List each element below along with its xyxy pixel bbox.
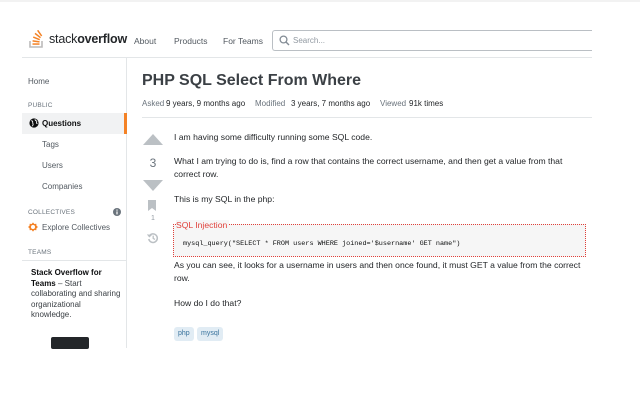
viewed-value: 91k times	[409, 99, 444, 108]
sidebar-item-users[interactable]: Users	[42, 161, 63, 170]
stackoverflow-logo-icon	[29, 30, 43, 48]
nav-for-teams[interactable]: For Teams	[223, 36, 263, 46]
history-icon[interactable]	[147, 232, 159, 244]
sidebar-item-questions[interactable]: Questions	[22, 113, 127, 134]
logo-prefix: stack	[49, 32, 78, 46]
question-title[interactable]: PHP SQL Select From Where	[142, 72, 361, 90]
logo-wordmark: stackoverflow	[49, 32, 127, 46]
body-paragraph: As you can see, it looks for a username …	[174, 260, 581, 283]
tag-php[interactable]: php	[174, 327, 194, 341]
sidebar-item-home[interactable]: Home	[28, 77, 49, 86]
bookmark-count: 1	[151, 215, 155, 222]
collectives-icon	[28, 222, 38, 232]
logo-suffix: overflow	[77, 32, 127, 46]
nav-products[interactable]: Products	[174, 36, 208, 46]
asked-label: Asked	[142, 99, 165, 108]
sidebar-section-public: PUBLIC	[28, 102, 53, 109]
title-divider	[142, 117, 592, 118]
globe-icon	[29, 118, 39, 128]
sidebar-item-companies[interactable]: Companies	[42, 182, 82, 191]
search-box[interactable]	[272, 30, 592, 51]
sidebar-section-teams: TEAMS	[28, 249, 52, 256]
search-input[interactable]	[293, 33, 583, 48]
teams-promo-dash: –	[55, 278, 65, 288]
asked-value: 9 years, 9 months ago	[166, 99, 246, 108]
code-annotation-label: SQL Injection	[176, 220, 230, 230]
viewed-label: Viewed	[380, 99, 407, 108]
modified-label: Modified	[255, 99, 286, 108]
bookmark-icon[interactable]	[148, 200, 156, 211]
modified-value[interactable]: 3 years, 7 months ago	[291, 99, 370, 108]
top-accent-strip	[0, 0, 640, 2]
nav-about[interactable]: About	[134, 36, 156, 46]
sidebar-item-questions-label: Questions	[42, 119, 82, 128]
teams-promo-image	[51, 337, 89, 349]
downvote-arrow-icon[interactable]	[143, 180, 163, 191]
sidebar-item-explore-collectives[interactable]: Explore Collectives	[42, 223, 110, 232]
sidebar-item-tags[interactable]: Tags	[42, 140, 59, 149]
left-sidebar: Home PUBLIC Questions Tags Users Compani…	[22, 58, 127, 349]
tag-mysql[interactable]: mysql	[197, 327, 224, 341]
teams-promo-box: Stack Overflow for Teams – Start collabo…	[22, 260, 126, 349]
vote-score: 3	[149, 156, 157, 170]
sidebar-section-collectives: COLLECTIVES	[28, 209, 75, 216]
code-block: SQL Injection mysql_query("SELECT * FROM…	[173, 220, 586, 257]
top-bar: stackoverflow About Products For Teams	[0, 0, 640, 58]
body-paragraph: What I am trying to do is, find a row th…	[174, 156, 563, 179]
search-icon	[279, 35, 290, 46]
info-icon[interactable]	[113, 208, 121, 216]
body-paragraph: I am having some difficulty running some…	[174, 132, 373, 142]
upvote-arrow-icon[interactable]	[143, 134, 163, 145]
body-paragraph: How do I do that?	[174, 298, 242, 308]
stackoverflow-logo[interactable]: stackoverflow	[29, 28, 127, 50]
body-paragraph: This is my SQL in the php:	[174, 194, 275, 204]
code-snippet: mysql_query("SELECT * FROM users WHERE j…	[183, 240, 461, 248]
